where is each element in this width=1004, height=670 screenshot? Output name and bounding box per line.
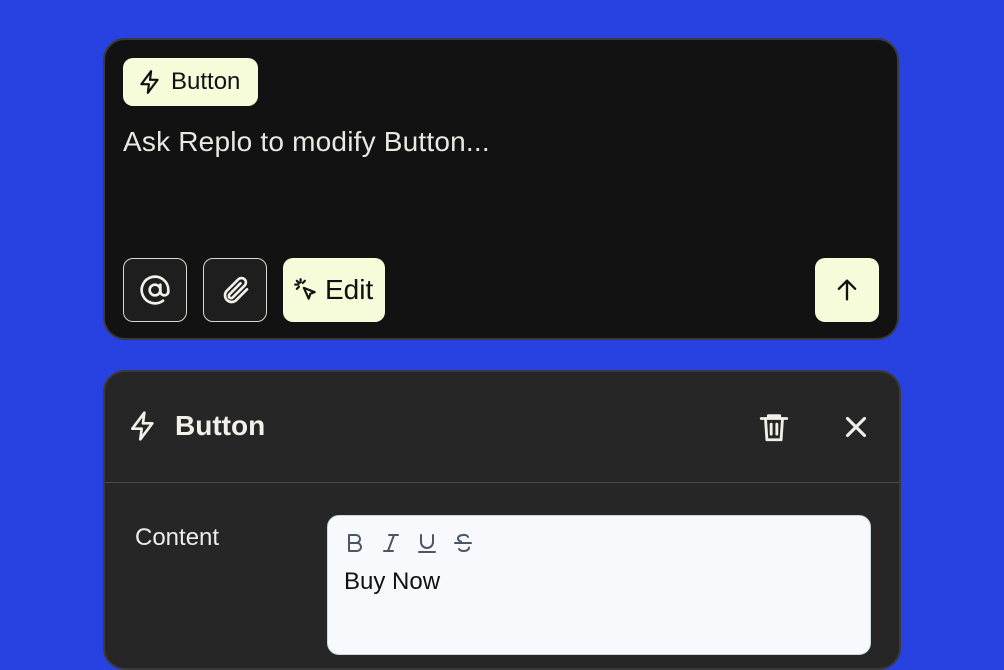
send-button[interactable] bbox=[815, 258, 879, 322]
editor-toolbar bbox=[342, 528, 476, 558]
cursor-click-icon bbox=[294, 278, 316, 300]
bolt-icon bbox=[140, 70, 159, 94]
panel-title: Button bbox=[175, 410, 266, 441]
content-editor[interactable]: Buy Now bbox=[327, 515, 871, 655]
ai-prompt-card: Button Ask Replo to modify Button... Edi… bbox=[103, 38, 899, 340]
paperclip-icon bbox=[223, 276, 249, 304]
bold-icon bbox=[348, 534, 362, 552]
strikethrough-icon bbox=[454, 533, 472, 552]
edit-label: Edit bbox=[325, 274, 374, 305]
strikethrough-button[interactable] bbox=[450, 528, 476, 558]
underline-icon bbox=[418, 534, 436, 553]
selected-element-chip[interactable]: Button bbox=[123, 58, 259, 106]
attach-button[interactable] bbox=[203, 258, 267, 322]
prompt-input[interactable]: Ask Replo to modify Button... bbox=[123, 126, 490, 158]
mention-button[interactable] bbox=[123, 258, 187, 322]
italic-icon bbox=[383, 534, 399, 552]
content-text[interactable]: Buy Now bbox=[344, 568, 440, 596]
bold-button[interactable] bbox=[342, 528, 368, 558]
element-panel: Button Content Buy Now bbox=[103, 370, 901, 670]
trash-icon[interactable] bbox=[757, 410, 791, 444]
chip-label: Button bbox=[171, 68, 241, 95]
arrow-up-icon bbox=[837, 279, 857, 301]
bolt-icon bbox=[131, 411, 154, 441]
edit-button[interactable]: Edit bbox=[283, 258, 386, 322]
panel-header: Button bbox=[105, 372, 899, 483]
content-label: Content bbox=[135, 524, 220, 551]
italic-button[interactable] bbox=[378, 528, 404, 558]
underline-button[interactable] bbox=[414, 528, 440, 558]
at-icon bbox=[140, 275, 170, 305]
close-icon[interactable] bbox=[839, 410, 873, 444]
